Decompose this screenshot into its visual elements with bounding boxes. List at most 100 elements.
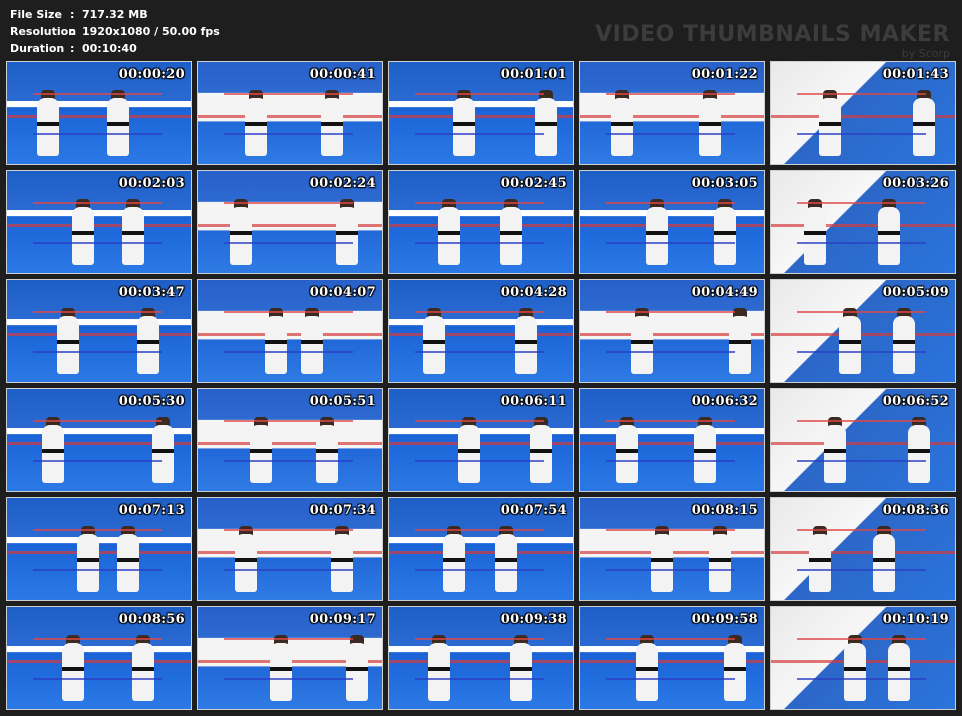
belt xyxy=(250,449,272,453)
file-info-panel: File Size : 717.32 MB Resolution : 1920x… xyxy=(10,6,220,57)
video-thumbnail[interactable]: 00:09:38 xyxy=(388,606,574,710)
separator: : xyxy=(70,25,75,38)
fighter-figure xyxy=(908,425,930,483)
fighter-figure xyxy=(453,98,475,156)
fighter-figure xyxy=(631,316,653,374)
video-thumbnail[interactable]: 00:07:34 xyxy=(197,497,383,601)
fighter-figure xyxy=(500,207,522,265)
belt xyxy=(709,558,731,562)
video-thumbnail[interactable]: 00:01:22 xyxy=(579,61,765,165)
thumbnail-timestamp: 00:00:20 xyxy=(118,67,185,82)
fighter-figure xyxy=(804,207,826,265)
fighter-figure xyxy=(438,207,460,265)
video-thumbnail[interactable]: 00:03:05 xyxy=(579,170,765,274)
fighter-figure xyxy=(510,643,532,701)
thumbnail-timestamp: 00:08:36 xyxy=(882,503,949,518)
belt xyxy=(77,558,99,562)
belt xyxy=(62,667,84,671)
belt xyxy=(265,340,287,344)
belt xyxy=(316,449,338,453)
brand-byline: by Scorp xyxy=(901,47,950,60)
video-thumbnail[interactable]: 00:02:45 xyxy=(388,170,574,274)
belt xyxy=(699,122,721,126)
fighter-figure xyxy=(42,425,64,483)
video-thumbnail[interactable]: 00:01:43 xyxy=(770,61,956,165)
thumbnail-timestamp: 00:01:01 xyxy=(500,67,567,82)
video-thumbnail[interactable]: 00:05:09 xyxy=(770,279,956,383)
video-thumbnail[interactable]: 00:01:01 xyxy=(388,61,574,165)
video-thumbnail[interactable]: 00:06:32 xyxy=(579,388,765,492)
belt xyxy=(908,449,930,453)
belt xyxy=(804,231,826,235)
resolution-label: Resolution xyxy=(10,25,77,38)
video-thumbnail[interactable]: 00:04:49 xyxy=(579,279,765,383)
thumbnail-timestamp: 00:07:54 xyxy=(500,503,567,518)
video-thumbnail[interactable]: 00:07:54 xyxy=(388,497,574,601)
video-thumbnail[interactable]: 00:08:56 xyxy=(6,606,192,710)
video-thumbnail[interactable]: 00:06:11 xyxy=(388,388,574,492)
belt xyxy=(245,122,267,126)
fighter-figure xyxy=(77,534,99,592)
fighter-figure xyxy=(72,207,94,265)
video-thumbnail[interactable]: 00:00:41 xyxy=(197,61,383,165)
video-thumbnail[interactable]: 00:10:19 xyxy=(770,606,956,710)
belt xyxy=(729,340,751,344)
thumbnail-timestamp: 00:02:24 xyxy=(309,176,376,191)
belt xyxy=(495,558,517,562)
fighter-figure xyxy=(844,643,866,701)
fighter-figure xyxy=(495,534,517,592)
fighter-figure xyxy=(107,98,129,156)
belt xyxy=(616,449,638,453)
file-size-row: File Size : 717.32 MB xyxy=(10,6,220,23)
video-thumbnail[interactable]: 00:07:13 xyxy=(6,497,192,601)
video-thumbnail[interactable]: 00:02:24 xyxy=(197,170,383,274)
thumbnail-timestamp: 00:09:58 xyxy=(691,612,758,627)
belt xyxy=(636,667,658,671)
thumbnail-timestamp: 00:05:30 xyxy=(118,394,185,409)
fighter-figure xyxy=(230,207,252,265)
video-thumbnail[interactable]: 00:04:28 xyxy=(388,279,574,383)
fighter-figure xyxy=(57,316,79,374)
video-thumbnail[interactable]: 00:03:26 xyxy=(770,170,956,274)
video-thumbnail[interactable]: 00:09:58 xyxy=(579,606,765,710)
fighter-figure xyxy=(458,425,480,483)
video-thumbnail[interactable]: 00:08:36 xyxy=(770,497,956,601)
thumbnail-timestamp: 00:07:13 xyxy=(118,503,185,518)
fighter-figure xyxy=(616,425,638,483)
video-thumbnail[interactable]: 00:04:07 xyxy=(197,279,383,383)
file-size-label: File Size xyxy=(10,8,62,21)
video-thumbnail[interactable]: 00:00:20 xyxy=(6,61,192,165)
fighter-figure xyxy=(331,534,353,592)
thumbnail-timestamp: 00:06:32 xyxy=(691,394,758,409)
video-thumbnail[interactable]: 00:09:17 xyxy=(197,606,383,710)
thumbnail-timestamp: 00:03:26 xyxy=(882,176,949,191)
fighter-figure xyxy=(819,98,841,156)
thumbnail-timestamp: 00:08:15 xyxy=(691,503,758,518)
thumbnail-timestamp: 00:02:03 xyxy=(118,176,185,191)
video-thumbnail[interactable]: 00:05:30 xyxy=(6,388,192,492)
video-thumbnail[interactable]: 00:06:52 xyxy=(770,388,956,492)
belt xyxy=(443,558,465,562)
video-thumbnail[interactable]: 00:02:03 xyxy=(6,170,192,274)
belt xyxy=(438,231,460,235)
fighter-figure xyxy=(824,425,846,483)
video-thumbnail[interactable]: 00:05:51 xyxy=(197,388,383,492)
brand-title: VIDEO THUMBNAILS MAKER xyxy=(595,22,950,47)
fighter-figure xyxy=(316,425,338,483)
belt xyxy=(301,340,323,344)
video-thumbnail[interactable]: 00:03:47 xyxy=(6,279,192,383)
fighter-figure xyxy=(137,316,159,374)
belt xyxy=(107,122,129,126)
fighter-figure xyxy=(235,534,257,592)
watermark-logo: VIDEO THUMBNAILS MAKER by Scorp xyxy=(595,22,950,60)
belt xyxy=(152,449,174,453)
fighter-figure xyxy=(694,425,716,483)
duration-label: Duration xyxy=(10,42,65,55)
belt xyxy=(37,122,59,126)
belt xyxy=(819,122,841,126)
fighter-figure xyxy=(724,643,746,701)
video-thumbnail[interactable]: 00:08:15 xyxy=(579,497,765,601)
belt xyxy=(878,231,900,235)
fighter-figure xyxy=(709,534,731,592)
fighter-figure xyxy=(250,425,272,483)
